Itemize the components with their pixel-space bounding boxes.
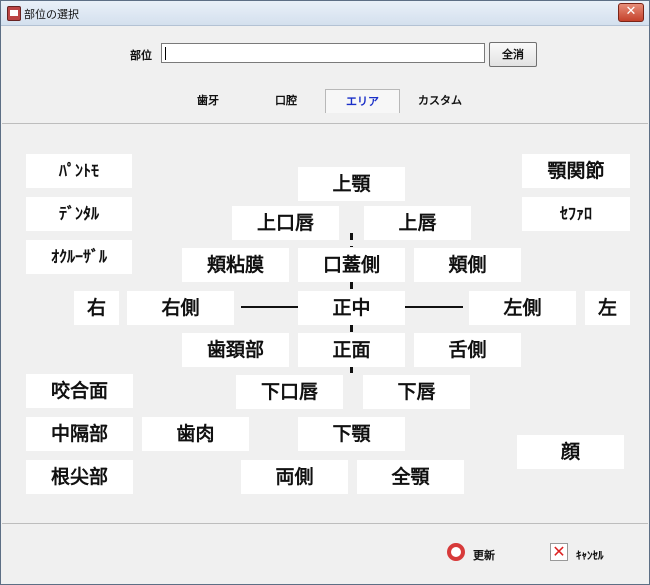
area-button-midline[interactable]: 正中 <box>298 291 405 325</box>
tab-divider <box>2 123 648 124</box>
area-button-cephalo[interactable]: ｾﾌｧﾛ <box>522 197 630 231</box>
area-button-apical[interactable]: 根尖部 <box>26 460 133 494</box>
site-input[interactable] <box>161 43 485 63</box>
area-button-palate-side[interactable]: 口蓋側 <box>298 248 405 282</box>
midline-dash-lower <box>350 366 353 376</box>
area-button-front[interactable]: 正面 <box>298 333 405 367</box>
area-button-face[interactable]: 顔 <box>517 435 624 469</box>
midline-dash-upper <box>350 233 353 247</box>
area-button-buccal-side[interactable]: 頬側 <box>414 248 521 282</box>
area-button-left-side[interactable]: 左側 <box>469 291 576 325</box>
cancel-button[interactable]: ✕ ｷｬﾝｾﾙ <box>550 538 630 568</box>
tab-custom[interactable]: カスタム <box>409 89 471 113</box>
footer-divider <box>2 523 648 524</box>
window-title: 部位の選択 <box>24 8 79 21</box>
update-button-label: 更新 <box>473 549 495 562</box>
midline-dash-mid-lower <box>350 325 353 333</box>
right-connector-line <box>405 306 463 308</box>
area-button-occlusal-surface[interactable]: 咬合面 <box>26 374 133 408</box>
area-button-tmj[interactable]: 顎関節 <box>522 154 630 188</box>
tab-area[interactable]: エリア <box>325 89 400 113</box>
area-button-lower-jaw[interactable]: 下顎 <box>298 417 405 451</box>
clear-all-button[interactable]: 全消 <box>489 42 537 67</box>
area-button-left[interactable]: 左 <box>585 291 630 325</box>
cancel-button-label: ｷｬﾝｾﾙ <box>576 549 604 562</box>
title-bar: 部位の選択 ✕ <box>1 1 649 26</box>
left-connector-line <box>241 306 299 308</box>
area-button-panto[interactable]: ﾊﾟﾝﾄﾓ <box>26 154 132 188</box>
dialog-window: 部位の選択 ✕ 部位 全消 歯牙 口腔 エリア カスタム ﾊﾟﾝﾄﾓ ﾃﾞﾝﾀﾙ… <box>0 0 650 585</box>
close-button[interactable]: ✕ <box>618 3 644 22</box>
app-icon <box>7 6 21 21</box>
area-button-lower-lip-mucosa[interactable]: 下口唇 <box>236 375 343 409</box>
area-button-interdental[interactable]: 中隔部 <box>26 417 133 451</box>
cross-cancel-icon: ✕ <box>550 543 568 561</box>
area-button-right[interactable]: 右 <box>74 291 119 325</box>
area-button-lingual-side[interactable]: 舌側 <box>414 333 521 367</box>
tab-teeth[interactable]: 歯牙 <box>183 89 233 113</box>
tab-oral[interactable]: 口腔 <box>261 89 311 113</box>
area-button-buccal-mucosa[interactable]: 頬粘膜 <box>182 248 289 282</box>
text-caret <box>165 47 166 60</box>
area-button-gingival-neck[interactable]: 歯頚部 <box>182 333 289 367</box>
area-button-lower-lip[interactable]: 下唇 <box>363 375 470 409</box>
circle-ok-icon <box>447 543 465 561</box>
update-button[interactable]: 更新 <box>447 538 517 568</box>
midline-dash-mid-upper <box>350 282 353 290</box>
site-label: 部位 <box>130 49 152 62</box>
area-button-upper-lip[interactable]: 上唇 <box>364 206 471 240</box>
area-button-occlusal[interactable]: ｵｸﾙｰｻﾞﾙ <box>26 240 132 274</box>
area-button-full-jaw[interactable]: 全顎 <box>357 460 464 494</box>
area-button-dental[interactable]: ﾃﾞﾝﾀﾙ <box>26 197 132 231</box>
area-button-right-side[interactable]: 右側 <box>127 291 234 325</box>
area-button-both-sides[interactable]: 両側 <box>241 460 348 494</box>
area-button-gingiva[interactable]: 歯肉 <box>142 417 249 451</box>
area-button-upper-jaw[interactable]: 上顎 <box>298 167 405 201</box>
area-button-upper-lip-mucosa[interactable]: 上口唇 <box>232 206 339 240</box>
